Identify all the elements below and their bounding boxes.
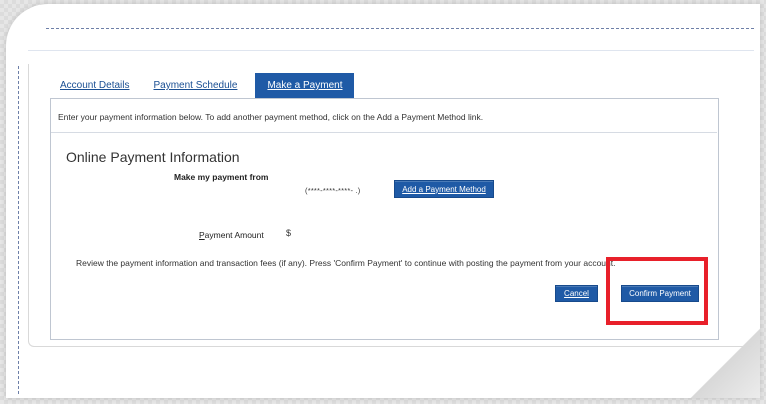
dashed-border-left: [18, 66, 19, 394]
add-payment-method-button[interactable]: Add a Payment Method: [394, 180, 494, 198]
payment-from-label: Make my payment from: [174, 172, 269, 182]
currency-symbol: $: [286, 228, 292, 238]
header-divider: [28, 50, 754, 51]
tab-payment-schedule[interactable]: Payment Schedule: [143, 80, 251, 98]
payment-amount-label-rest: ayment Amount: [204, 230, 264, 240]
masked-account-number[interactable]: (****-****-****- .): [305, 186, 360, 195]
tab-account-details[interactable]: Account Details: [50, 80, 143, 98]
highlight-box: [606, 257, 708, 325]
cancel-button[interactable]: Cancel: [555, 285, 598, 302]
section-title: Online Payment Information: [66, 149, 240, 165]
dashed-border-top: [46, 28, 754, 29]
tab-bar: Account Details Payment Schedule Make a …: [50, 70, 355, 98]
tab-make-a-payment[interactable]: Make a Payment: [255, 73, 355, 98]
payment-amount-label: Payment Amount: [199, 230, 264, 240]
panel-divider: [51, 132, 717, 133]
review-text: Review the payment information and trans…: [76, 258, 616, 268]
instructions-text: Enter your payment information below. To…: [58, 112, 484, 122]
